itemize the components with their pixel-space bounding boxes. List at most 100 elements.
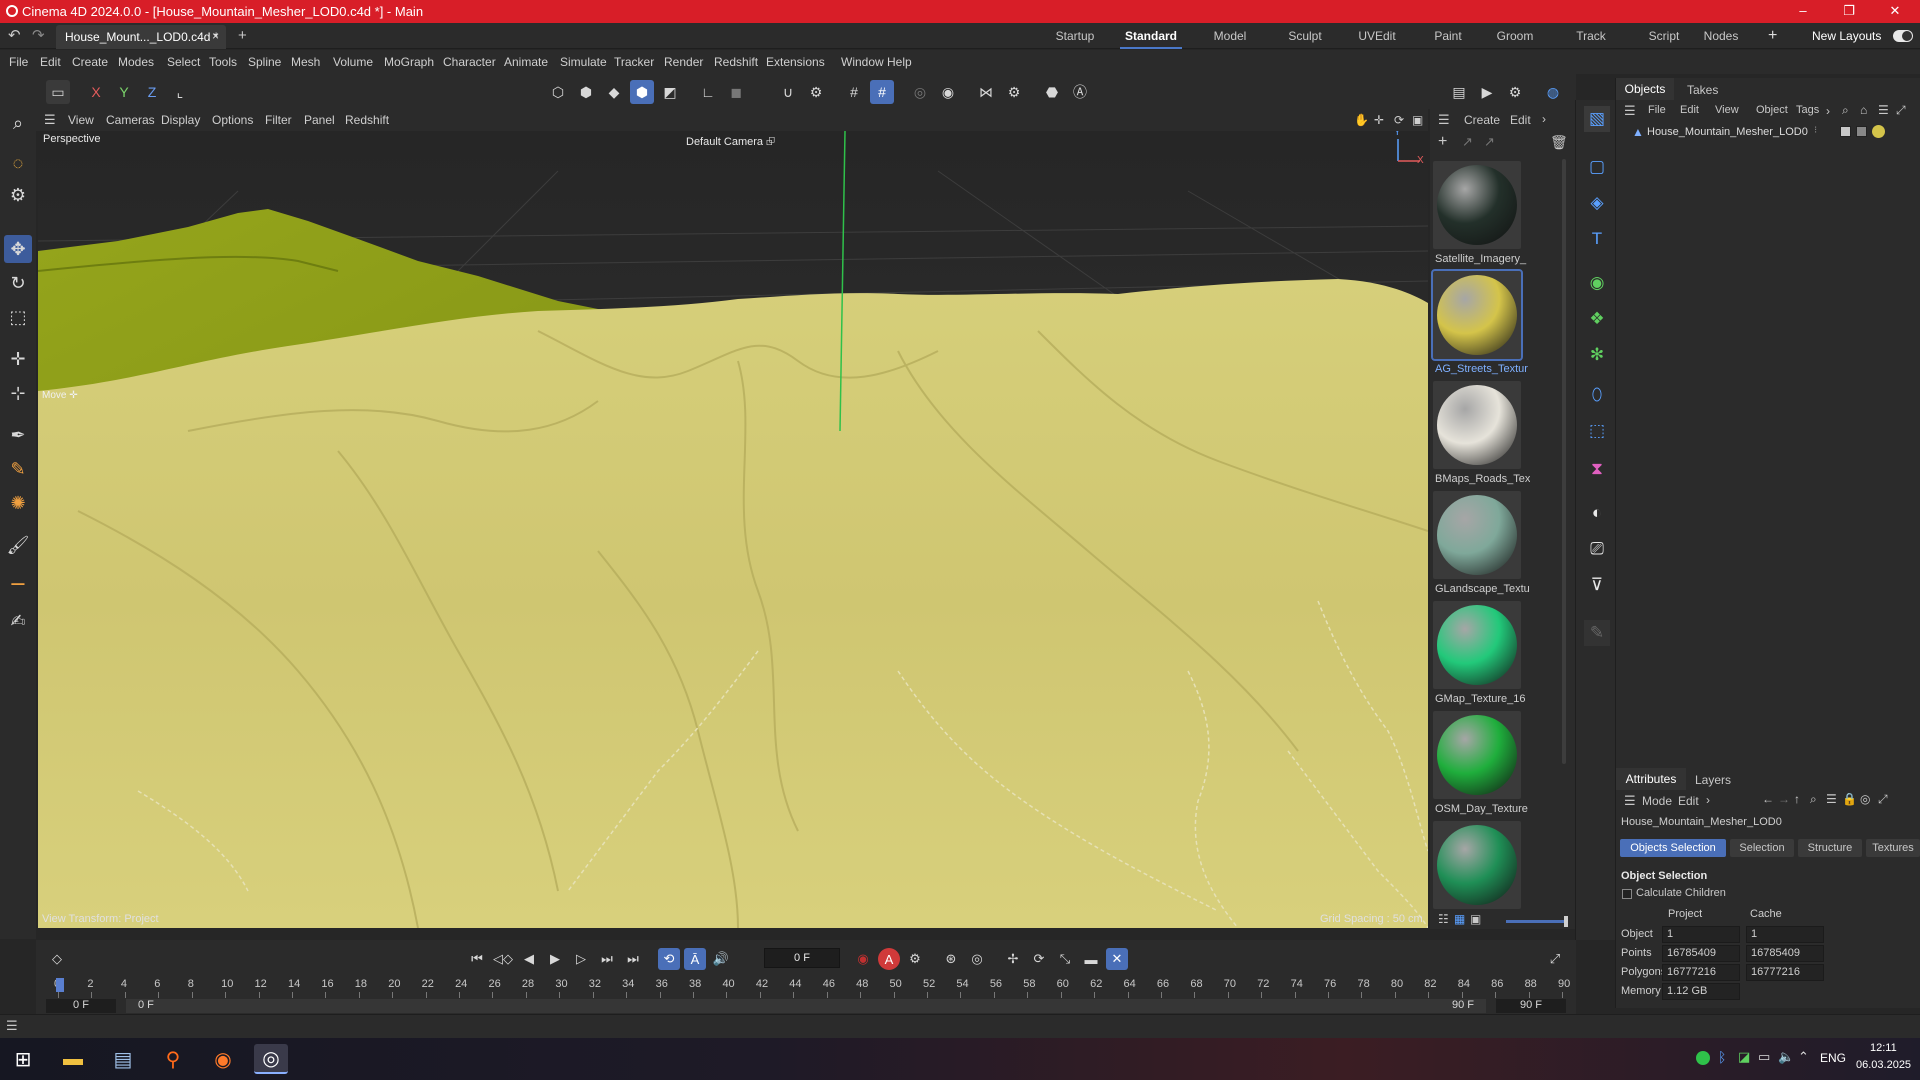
zoom-icon[interactable]: ⌕ <box>4 109 32 137</box>
takes-tab[interactable]: Takes <box>1687 83 1718 97</box>
nvidia-icon[interactable]: ◪ <box>1738 1049 1750 1065</box>
layout-tab-sculpt[interactable]: Sculpt <box>1283 23 1327 49</box>
menu-spline[interactable]: Spline <box>248 55 281 69</box>
go-to-start-icon[interactable]: ⏮ <box>466 948 488 970</box>
render-region-icon[interactable]: ◎ <box>908 80 932 104</box>
layouts-toggle[interactable] <box>1893 30 1913 42</box>
object-row[interactable]: ▲ House_Mountain_Mesher_LOD0 ⁝ <box>1616 124 1920 142</box>
y-axis-toggle[interactable]: Y <box>112 80 136 104</box>
layout-tab-startup[interactable]: Startup <box>1052 23 1098 49</box>
material-name[interactable]: GMap_Texture_16 <box>1435 693 1530 705</box>
attr-expand-icon[interactable]: ⤢ <box>1878 792 1888 807</box>
objects-home-icon[interactable]: ⌂ <box>1860 103 1867 117</box>
sculpt-brush-icon[interactable]: ✺ <box>4 489 32 517</box>
viewport-menu-cameras[interactable]: Cameras <box>106 113 155 127</box>
render-view-icon[interactable]: ◉ <box>936 80 960 104</box>
cube-icon[interactable]: ◈ <box>1584 190 1610 216</box>
object-mode-icon[interactable]: ⬢ <box>630 80 654 104</box>
notepad-icon[interactable]: ▤ <box>106 1044 140 1074</box>
back-arrow-icon[interactable]: ← <box>1762 792 1774 806</box>
interactive-render-icon[interactable]: ◍ <box>1541 80 1565 104</box>
current-frame-field[interactable]: 0 F <box>764 948 840 968</box>
menu-file[interactable]: File <box>9 55 28 69</box>
menu-mograph[interactable]: MoGraph <box>384 55 434 69</box>
effector-icon[interactable]: ✻ <box>1584 342 1610 368</box>
grid-snap-icon[interactable]: # <box>842 80 866 104</box>
paint-brush-icon[interactable]: 🖌 <box>4 531 32 559</box>
viewport-menu-view[interactable]: View <box>68 113 94 127</box>
viewport-menu-options[interactable]: Options <box>212 113 253 127</box>
menu-redshift[interactable]: Redshift <box>714 55 758 69</box>
menu-tracker[interactable]: Tracker <box>614 55 654 69</box>
layers-tab[interactable]: Layers <box>1695 773 1731 787</box>
edges-mode-icon[interactable]: ⬢ <box>574 80 598 104</box>
field-icon[interactable]: ⬚ <box>1584 418 1610 444</box>
viewport-menu-panel[interactable]: Panel <box>304 113 335 127</box>
undo-icon[interactable]: ↶ <box>8 23 21 49</box>
rotate-key-icon[interactable]: ⟳ <box>1028 948 1050 970</box>
scale-tool-icon[interactable]: ⬚ <box>4 303 32 331</box>
param-key-icon[interactable]: ▬ <box>1080 948 1102 970</box>
material-menu-create[interactable]: Create <box>1464 113 1500 127</box>
rotate-view-icon[interactable]: ⟳ <box>1394 113 1404 127</box>
firefox-icon[interactable]: ◉ <box>206 1044 240 1074</box>
viewport-hamburger-icon[interactable]: ☰ <box>44 112 56 128</box>
transform-tool-icon[interactable]: ✛ <box>4 345 32 373</box>
material-menu-more-icon[interactable]: › <box>1542 112 1546 126</box>
edit-icon[interactable]: ✎ <box>1584 620 1610 646</box>
symmetry-icon[interactable]: ⋈ <box>974 80 998 104</box>
fcurve-icon[interactable]: ⤢ <box>1544 948 1566 970</box>
attr-search-icon[interactable]: ⌕ <box>1810 792 1817 807</box>
menu-render[interactable]: Render <box>664 55 703 69</box>
menu-volume[interactable]: Volume <box>333 55 373 69</box>
layout-tab-script[interactable]: Script <box>1643 23 1685 49</box>
camera-object-icon[interactable]: ⎚ <box>1584 536 1610 562</box>
minimize-button[interactable]: – <box>1780 0 1826 23</box>
deformer-icon[interactable]: ⬯ <box>1584 382 1610 408</box>
text-object-icon[interactable]: T <box>1584 226 1610 252</box>
lock-icon[interactable]: 🔒 <box>1842 792 1857 806</box>
autokey-icon[interactable]: A <box>878 948 900 970</box>
selection-options-icon[interactable]: ⚙ <box>4 181 32 209</box>
viewport-3d[interactable]: Perspective Y X Default Camera ⮺ Move ✛ … <box>38 131 1428 928</box>
maximize-button[interactable]: ❐ <box>1826 0 1872 23</box>
grid-view-icon[interactable]: ▦ <box>1454 912 1465 926</box>
objects-search-icon[interactable]: ⌕ <box>1842 103 1849 118</box>
material-name[interactable]: BMaps_Roads_Tex <box>1435 473 1530 485</box>
viewport-menu-display[interactable]: Display <box>161 113 200 127</box>
move-tool-icon[interactable]: ✥ <box>4 235 32 263</box>
polygons-mode-icon[interactable]: ◆ <box>602 80 626 104</box>
spline-smooth-icon[interactable]: ✎ <box>4 455 32 483</box>
render-active-view-icon[interactable]: ▤ <box>1447 80 1471 104</box>
volume-icon[interactable]: 🔈 <box>1778 1049 1794 1065</box>
attr-menu-mode[interactable]: Mode <box>1642 794 1672 808</box>
material-apply-icon[interactable]: ↗ <box>1484 134 1495 150</box>
rotation-key-icon[interactable]: ◎ <box>966 948 988 970</box>
objects-menu-more-icon[interactable]: › <box>1826 104 1830 118</box>
toggle-view-icon[interactable]: ▣ <box>1412 113 1423 127</box>
material-thumbnail[interactable] <box>1433 161 1521 249</box>
windows-start-icon[interactable]: ⊞ <box>6 1044 40 1074</box>
objects-menu-view[interactable]: View <box>1715 104 1739 116</box>
x-axis-toggle[interactable]: X <box>84 80 108 104</box>
add-layout-icon[interactable]: + <box>1768 23 1777 49</box>
layout-tab-model[interactable]: Model <box>1208 23 1252 49</box>
objects-expand-icon[interactable]: ⤢ <box>1896 103 1906 118</box>
axis-mode-icon[interactable]: ∟ <box>696 80 720 104</box>
generator-icon[interactable]: ◉ <box>1584 270 1610 296</box>
symmetry-settings-icon[interactable]: ⚙ <box>1002 80 1026 104</box>
points-mode-icon[interactable]: ⬡ <box>546 80 570 104</box>
tray-app-icon[interactable] <box>1696 1051 1710 1065</box>
large-view-icon[interactable]: ▣ <box>1470 912 1481 926</box>
menu-help[interactable]: Help <box>887 55 912 69</box>
menu-animate[interactable]: Animate <box>504 55 548 69</box>
layout-tab-track[interactable]: Track <box>1571 23 1611 49</box>
spline-pen-icon[interactable]: ✒ <box>4 421 32 449</box>
redshift-render-icon[interactable]: Ⓐ <box>1068 80 1092 104</box>
menu-edit[interactable]: Edit <box>40 55 61 69</box>
record-icon[interactable]: ◉ <box>852 948 874 970</box>
spline-rectangle-icon[interactable]: ▢ <box>1584 154 1610 180</box>
menu-character[interactable]: Character <box>443 55 496 69</box>
redshift-icon[interactable]: ⬣ <box>1040 80 1064 104</box>
material-thumbnail[interactable] <box>1433 711 1521 799</box>
